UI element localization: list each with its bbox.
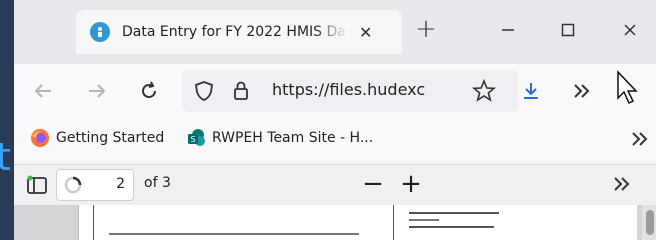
url-text[interactable]: https://files.hudexc: [272, 80, 442, 99]
pdf-viewer-toolbar: 2 of 3 − +: [14, 164, 656, 206]
tracking-protection-shield-icon[interactable]: [194, 80, 214, 106]
bookmark-getting-started[interactable]: Getting Started: [30, 128, 164, 148]
illegible-cell-text: [409, 209, 529, 233]
minimize-button[interactable]: [486, 14, 530, 46]
browser-window: Data Entry for FY 2022 HMIS Da ✕ + https…: [14, 0, 656, 240]
loading-spinner-icon: [63, 175, 83, 199]
svg-text:S: S: [190, 135, 195, 144]
bookmark-rwpeh-team-site[interactable]: S RWPEH Team Site - H...: [186, 128, 373, 148]
sidebar-toggle-icon: [27, 175, 47, 194]
tab-favicon-icon: [90, 22, 110, 42]
url-bar[interactable]: https://files.hudexc: [182, 70, 518, 112]
chevron-double-right-icon: [614, 177, 630, 191]
bookmark-label: Getting Started: [56, 130, 165, 146]
downloads-button[interactable]: [516, 76, 546, 106]
forward-button[interactable]: [82, 76, 112, 106]
browser-tab-active[interactable]: Data Entry for FY 2022 HMIS Da ✕: [76, 10, 402, 54]
maximize-button[interactable]: [546, 14, 590, 46]
zoom-out-button[interactable]: −: [358, 169, 388, 199]
page-number-input[interactable]: 2: [97, 176, 125, 194]
chevron-double-right-icon: [574, 84, 590, 98]
tab-close-icon[interactable]: ✕: [359, 23, 372, 42]
pdf-page: [78, 205, 637, 240]
back-arrow-icon: [34, 84, 51, 98]
table-rule: [93, 205, 94, 240]
mouse-pointer-icon: [616, 70, 640, 110]
minimize-icon: [502, 29, 514, 31]
page-count-label: of 3: [144, 175, 171, 191]
bookmark-label: RWPEH Team Site - H...: [212, 130, 374, 146]
close-icon: [624, 24, 636, 36]
more-tools-button[interactable]: [566, 76, 596, 106]
background-window-edge: t: [0, 0, 14, 240]
pdf-document-viewport[interactable]: [14, 205, 656, 240]
chevron-double-right-icon: [632, 132, 648, 146]
pdf-tools-overflow-button[interactable]: [606, 169, 636, 199]
forward-arrow-icon: [89, 84, 106, 98]
reload-button[interactable]: [134, 76, 164, 106]
toggle-sidebar-button[interactable]: [22, 170, 52, 200]
reload-icon: [142, 81, 156, 98]
bookmark-star-icon[interactable]: [471, 78, 497, 107]
sharepoint-icon: S: [188, 129, 205, 146]
bookmarks-overflow-button[interactable]: [624, 124, 654, 154]
table-rule: [393, 205, 394, 240]
maximize-icon: [561, 23, 575, 37]
download-icon: [524, 83, 538, 99]
background-letter-glyph: t: [0, 135, 11, 179]
navigation-toolbar: https://files.hudexc: [14, 64, 656, 118]
tab-title: Data Entry for FY 2022 HMIS Da: [122, 24, 346, 40]
tab-bar: Data Entry for FY 2022 HMIS Da ✕ +: [14, 0, 656, 64]
zoom-in-button[interactable]: +: [396, 169, 426, 199]
back-button[interactable]: [28, 76, 58, 106]
lock-icon[interactable]: [232, 79, 250, 105]
page-number-field[interactable]: 2: [56, 169, 134, 201]
firefox-icon: [31, 129, 49, 147]
scrollbar-thumb[interactable]: [646, 210, 654, 235]
new-tab-button[interactable]: +: [412, 16, 440, 44]
close-window-button[interactable]: [608, 14, 652, 46]
bookmarks-toolbar: Getting Started S RWPEH Team Site - H...: [14, 118, 656, 162]
illegible-cell-text: [109, 233, 359, 235]
